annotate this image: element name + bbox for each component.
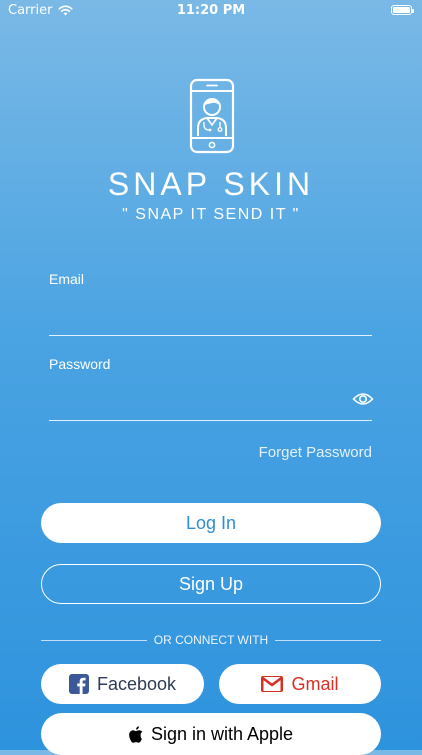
status-bar: Carrier 11:20 PM bbox=[0, 0, 422, 22]
battery-fill bbox=[393, 7, 410, 13]
gmail-icon bbox=[261, 676, 284, 692]
apple-label: Sign in with Apple bbox=[150, 723, 294, 744]
password-underline bbox=[49, 420, 372, 421]
login-button[interactable]: Log In bbox=[41, 503, 381, 543]
email-label: Email bbox=[49, 271, 85, 287]
email-field[interactable] bbox=[49, 305, 372, 336]
eye-icon[interactable] bbox=[352, 390, 374, 408]
apple-icon bbox=[129, 725, 143, 743]
gmail-button[interactable]: Gmail bbox=[219, 664, 381, 704]
facebook-icon bbox=[68, 674, 89, 694]
divider-line-right bbox=[275, 640, 381, 641]
connect-divider: OR CONNECT WITH bbox=[41, 632, 381, 648]
battery-icon bbox=[391, 5, 414, 15]
password-field[interactable] bbox=[49, 390, 344, 420]
forget-password-link[interactable]: Forget Password bbox=[259, 444, 372, 461]
gmail-label: Gmail bbox=[291, 673, 339, 694]
signup-button[interactable]: Sign Up bbox=[41, 564, 381, 604]
status-time: 11:20 PM bbox=[176, 3, 246, 18]
password-label: Password bbox=[49, 356, 111, 372]
app-name: SNAP SKIN bbox=[107, 166, 315, 202]
app-tagline: " SNAP IT SEND IT " bbox=[122, 206, 300, 223]
apple-signin-button[interactable]: Sign in with Apple bbox=[41, 713, 381, 755]
phone-doctor-icon bbox=[189, 78, 235, 154]
facebook-button[interactable]: Facebook bbox=[41, 664, 204, 704]
facebook-label: Facebook bbox=[96, 673, 177, 694]
